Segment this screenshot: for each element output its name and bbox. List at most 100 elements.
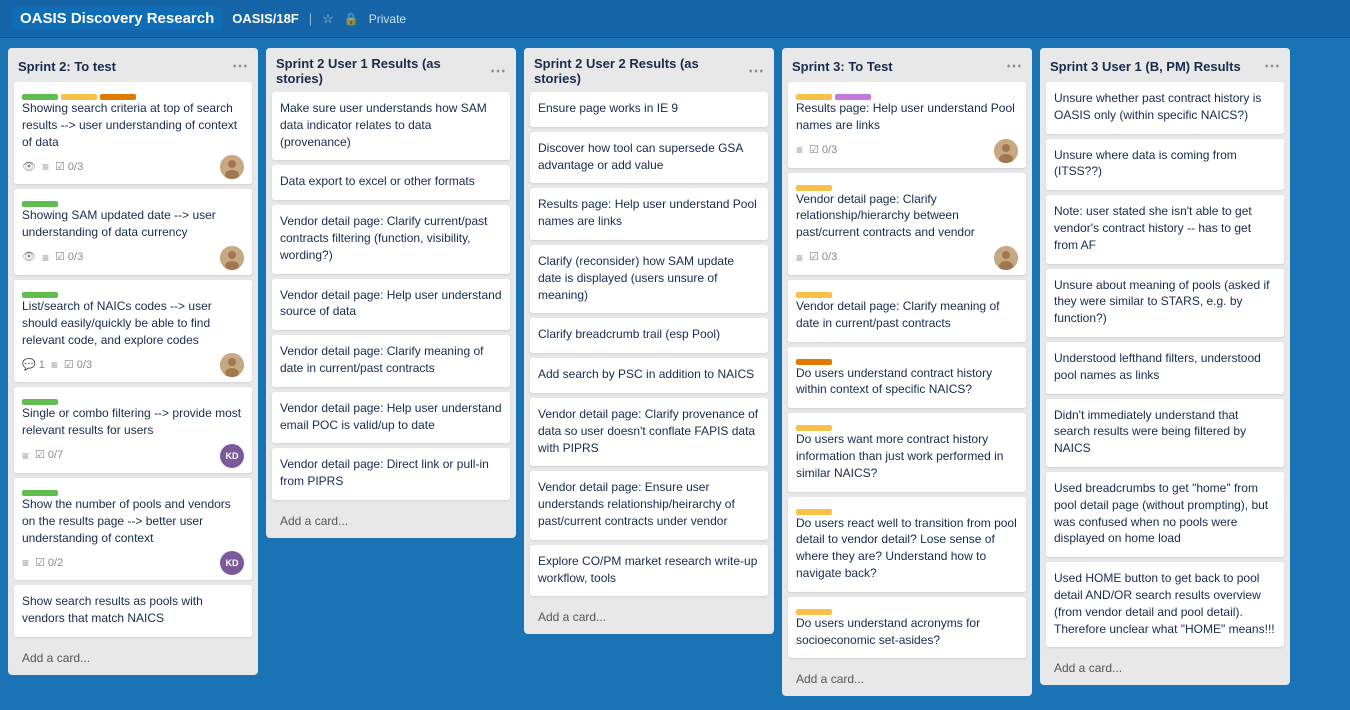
card-meta-c2: 👁 ≡ ☑ 0/3 [22, 250, 83, 267]
card-text-c14: Ensure page works in IE 9 [538, 100, 760, 117]
checklist-count: ☑ 0/2 [35, 556, 63, 571]
card-c8[interactable]: Data export to excel or other formats [272, 165, 510, 200]
card-text-c25: Vendor detail page: Clarify meaning of d… [796, 298, 1018, 332]
card-footer-c4: ≡☑ 0/7KD [22, 444, 244, 468]
card-text-c8: Data export to excel or other formats [280, 173, 502, 190]
card-text-c4: Single or combo filtering --> provide mo… [22, 405, 244, 439]
card-c35[interactable]: Didn't immediately understand that searc… [1046, 399, 1284, 467]
list-list-sprint2-test: Sprint 2: To test ⋯ Showing search criteri… [8, 48, 258, 675]
list-list-sprint2-user2: Sprint 2 User 2 Results (as stories)⋯Ens… [524, 48, 774, 634]
menu-icon: ≡ [42, 250, 49, 267]
card-text-c31: Unsure where data is coming from (ITSS??… [1054, 147, 1276, 181]
card-meta-c3: 💬 1≡☑ 0/3 [22, 357, 92, 374]
label-orange [796, 359, 832, 365]
card-text-c28: Do users react well to transition from p… [796, 515, 1018, 582]
list-cards-1: Make sure user understands how SAM data … [266, 92, 516, 506]
card-c36[interactable]: Used breadcrumbs to get "home" from pool… [1046, 472, 1284, 557]
card-c11[interactable]: Vendor detail page: Clarify meaning of d… [272, 335, 510, 387]
add-card-1[interactable]: Add a card... [272, 508, 510, 534]
card-meta-c23: ≡☑ 0/3 [796, 142, 837, 159]
add-card-3[interactable]: Add a card... [788, 666, 1026, 692]
card-c13[interactable]: Vendor detail page: Direct link or pull-… [272, 448, 510, 500]
card-c5[interactable]: Show the number of pools and vendors on … [14, 478, 252, 580]
checklist-count: ☑ 0/3 [55, 250, 83, 265]
list-cards-3: Results page: Help user understand Pool … [782, 82, 1032, 664]
card-c20[interactable]: Vendor detail page: Clarify provenance o… [530, 398, 768, 466]
card-c16[interactable]: Results page: Help user understand Pool … [530, 188, 768, 240]
card-c12[interactable]: Vendor detail page: Help user understand… [272, 392, 510, 444]
card-c21[interactable]: Vendor detail page: Ensure user understa… [530, 471, 768, 539]
card-c26[interactable]: Do users understand contract history wit… [788, 347, 1026, 409]
board: Sprint 2: To test ⋯ Showing search criteri… [0, 38, 1350, 710]
card-text-c13: Vendor detail page: Direct link or pull-… [280, 456, 502, 490]
avatar [220, 353, 244, 377]
add-card-2[interactable]: Add a card... [530, 604, 768, 630]
list-header-1: Sprint 2 User 1 Results (as stories)⋯ [266, 48, 516, 92]
list-title-4: Sprint 3 User 1 (B, PM) Results [1050, 59, 1241, 74]
card-c18[interactable]: Clarify breadcrumb trail (esp Pool) [530, 318, 768, 353]
card-c29[interactable]: Do users understand acronyms for socioec… [788, 597, 1026, 659]
card-footer-c2: 👁 ≡ ☑ 0/3 [22, 246, 244, 270]
card-c27[interactable]: Do users want more contract history info… [788, 413, 1026, 491]
card-c2[interactable]: Showing SAM updated date --> user unders… [14, 189, 252, 275]
card-text-c19: Add search by PSC in addition to NAICS [538, 366, 760, 383]
card-text-c27: Do users want more contract history info… [796, 431, 1018, 481]
card-meta-c1: 👁≡☑ 0/3 [22, 159, 83, 176]
card-footer-c24: ≡☑ 0/3 [796, 246, 1018, 270]
checklist-count: ☑ 0/7 [35, 448, 63, 463]
card-text-c32: Note: user stated she isn't able to get … [1054, 203, 1276, 253]
card-c32[interactable]: Note: user stated she isn't able to get … [1046, 195, 1284, 263]
card-c34[interactable]: Understood lefthand filters, understood … [1046, 342, 1284, 394]
eye-icon: 👁 [22, 250, 36, 265]
card-c6[interactable]: Show search results as pools with vendor… [14, 585, 252, 637]
card-c37[interactable]: Used HOME button to get back to pool det… [1046, 562, 1284, 647]
card-text-c30: Unsure whether past contract history is … [1054, 90, 1276, 124]
card-text-c34: Understood lefthand filters, understood … [1054, 350, 1276, 384]
card-text-c6: Show search results as pools with vendor… [22, 593, 244, 627]
avatar [220, 246, 244, 270]
list-menu-icon-1[interactable]: ⋯ [490, 61, 506, 81]
list-list-sprint3-test: Sprint 3: To Test⋯Results page: Help use… [782, 48, 1032, 696]
card-c14[interactable]: Ensure page works in IE 9 [530, 92, 768, 127]
board-path: OASIS/18F [232, 11, 298, 26]
list-menu-icon-0[interactable]: ⋯ [232, 56, 248, 76]
card-c17[interactable]: Clarify (reconsider) how SAM update date… [530, 245, 768, 313]
card-c7[interactable]: Make sure user understands how SAM data … [272, 92, 510, 160]
star-icon[interactable]: ☆ [322, 11, 334, 27]
list-title-0: Sprint 2: To test [18, 59, 116, 74]
add-card-0[interactable]: Add a card... [14, 645, 252, 671]
card-c24[interactable]: Vendor detail page: Clarify relationship… [788, 173, 1026, 275]
menu-icon: ≡ [42, 159, 49, 176]
menu-icon: ≡ [22, 448, 29, 465]
list-menu-icon-4[interactable]: ⋯ [1264, 56, 1280, 76]
card-text-c37: Used HOME button to get back to pool det… [1054, 570, 1276, 637]
card-text-c15: Discover how tool can supersede GSA adva… [538, 140, 760, 174]
card-c19[interactable]: Add search by PSC in addition to NAICS [530, 358, 768, 393]
card-c22[interactable]: Explore CO/PM market research write-up w… [530, 545, 768, 597]
card-c10[interactable]: Vendor detail page: Help user understand… [272, 279, 510, 331]
card-text-c36: Used breadcrumbs to get "home" from pool… [1054, 480, 1276, 547]
card-c15[interactable]: Discover how tool can supersede GSA adva… [530, 132, 768, 184]
label-yellow [796, 509, 832, 515]
card-c9[interactable]: Vendor detail page: Clarify current/past… [272, 205, 510, 273]
card-c31[interactable]: Unsure where data is coming from (ITSS??… [1046, 139, 1284, 191]
list-menu-icon-2[interactable]: ⋯ [748, 61, 764, 81]
card-c25[interactable]: Vendor detail page: Clarify meaning of d… [788, 280, 1026, 342]
checklist-count: ☑ 0/3 [809, 143, 837, 158]
card-c23[interactable]: Results page: Help user understand Pool … [788, 82, 1026, 168]
menu-icon: ≡ [51, 357, 58, 374]
card-footer-c5: ≡☑ 0/2KD [22, 551, 244, 575]
eye-icon: 👁 [22, 160, 36, 175]
card-text-c7: Make sure user understands how SAM data … [280, 100, 502, 150]
card-footer-c23: ≡☑ 0/3 [796, 139, 1018, 163]
card-c4[interactable]: Single or combo filtering --> provide mo… [14, 387, 252, 473]
card-text-c12: Vendor detail page: Help user understand… [280, 400, 502, 434]
card-c1[interactable]: Showing search criteria at top of search… [14, 82, 252, 184]
card-c3[interactable]: List/search of NAICs codes --> user shou… [14, 280, 252, 382]
add-card-4[interactable]: Add a card... [1046, 655, 1284, 681]
card-c33[interactable]: Unsure about meaning of pools (asked if … [1046, 269, 1284, 337]
card-c30[interactable]: Unsure whether past contract history is … [1046, 82, 1284, 134]
card-c28[interactable]: Do users react well to transition from p… [788, 497, 1026, 592]
card-text-c18: Clarify breadcrumb trail (esp Pool) [538, 326, 760, 343]
list-menu-icon-3[interactable]: ⋯ [1006, 56, 1022, 76]
